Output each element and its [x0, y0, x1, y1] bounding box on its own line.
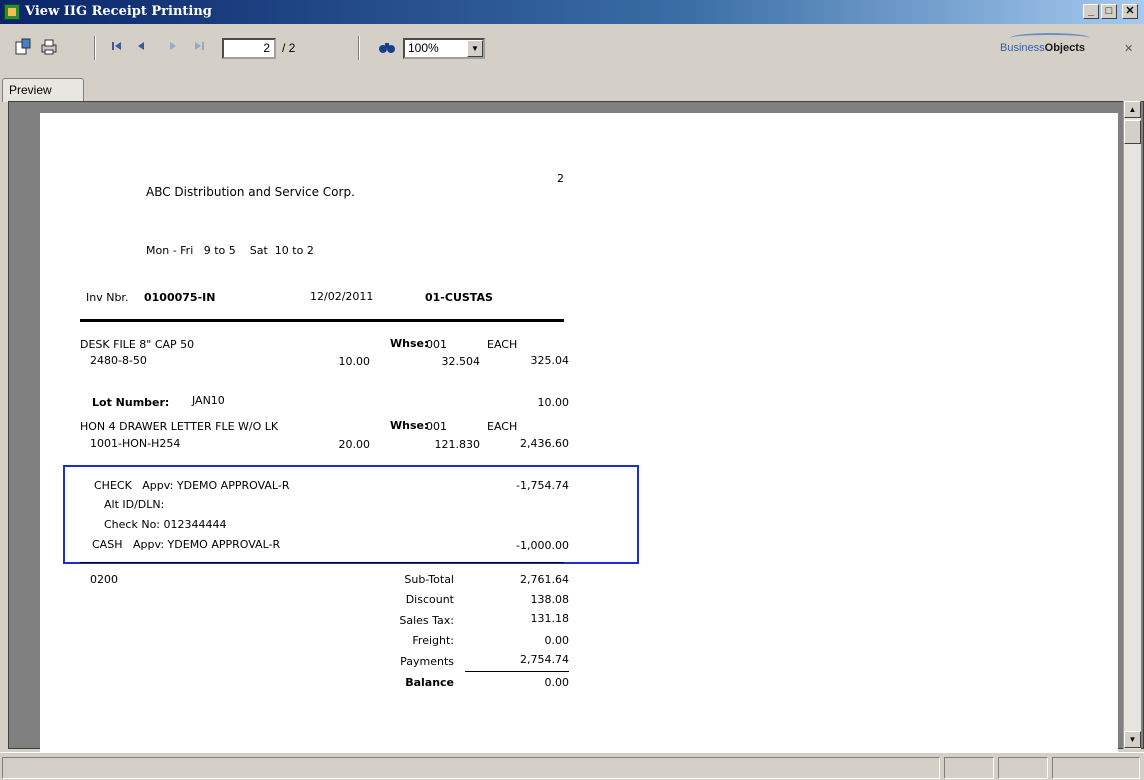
total-label: Sub-Total [404, 573, 454, 586]
report-page [40, 113, 1118, 753]
status-panel [1052, 757, 1140, 779]
total-label: Payments [400, 655, 454, 668]
payment-check-amount: -1,754.74 [516, 479, 569, 492]
close-icon[interactable]: ✕ [1124, 42, 1133, 55]
balance-value: 0.00 [544, 676, 570, 689]
invoice-date: 12/02/2011 [310, 290, 374, 303]
window-title: View IIG Receipt Printing [25, 4, 212, 19]
total-value: 138.08 [530, 593, 570, 606]
check-number: Check No: 012344444 [104, 518, 227, 531]
first-page-icon[interactable] [106, 38, 128, 58]
invoice-label: Inv Nbr. [86, 291, 129, 304]
zoom-select[interactable]: 100% ▼ [403, 38, 485, 59]
payments-divider [80, 562, 564, 563]
company-name: ABC Distribution and Service Corp. [146, 185, 355, 199]
toolbar-separator [358, 36, 360, 60]
footer-code: 0200 [90, 573, 118, 586]
status-panel [998, 757, 1048, 779]
print-icon[interactable] [38, 38, 60, 58]
status-panel [944, 757, 994, 779]
total-label: Freight: [412, 634, 454, 647]
total-value: 131.18 [530, 612, 570, 625]
unit-price: 121.830 [434, 438, 481, 451]
total-value: 2,761.64 [520, 573, 569, 586]
scroll-thumb[interactable] [1124, 120, 1141, 144]
unit-of-measure: EACH [487, 338, 518, 351]
quantity: 10.00 [338, 355, 371, 368]
totals-divider [465, 671, 569, 672]
item-code: 1001-HON-H254 [90, 437, 181, 450]
extension: 325.04 [530, 354, 570, 367]
next-page-icon[interactable] [162, 38, 184, 58]
balance-label: Balance [405, 676, 454, 689]
unit-of-measure: EACH [487, 420, 518, 433]
total-label: Discount [405, 593, 454, 606]
minimize-button[interactable]: _ [1083, 4, 1099, 19]
status-bar [0, 752, 1144, 780]
app-icon [4, 4, 20, 20]
total-label: Sales Tax: [399, 614, 454, 627]
invoice-number: 0100075-IN [144, 291, 216, 304]
line-description: DESK FILE 8" CAP 50 [80, 338, 195, 351]
lot-label: Lot Number: [92, 396, 170, 409]
item-code: 2480-8-50 [90, 354, 147, 367]
export-icon[interactable] [12, 38, 34, 58]
vertical-scrollbar[interactable]: ▲ ▼ [1123, 101, 1141, 749]
whse-label: Whse: [390, 419, 429, 432]
unit-price: 32.504 [441, 355, 481, 368]
report-page-number: 2 [557, 172, 564, 185]
page-total: / 2 [282, 41, 296, 55]
total-value: 2,754.74 [520, 653, 569, 666]
extension: 2,436.60 [520, 437, 569, 450]
toolbar: 2 / 2 100% ▼ BusinessObjects ✕ [0, 24, 1144, 80]
close-button[interactable]: ✕ [1122, 4, 1138, 19]
payment-check-line: CHECK Appv: YDEMO APPROVAL-R [94, 479, 290, 492]
whse-label: Whse: [390, 337, 429, 350]
tab-preview[interactable]: Preview [2, 78, 84, 102]
businessobjects-logo: BusinessObjects [1000, 42, 1085, 54]
zoom-value: 100% [408, 41, 439, 55]
last-page-icon[interactable] [188, 38, 210, 58]
store-hours: Mon - Fri 9 to 5 Sat 10 to 2 [146, 244, 314, 257]
title-bar: View IIG Receipt Printing _ □ ✕ [0, 0, 1144, 24]
customer-number: 01-CUSTAS [425, 291, 493, 304]
maximize-button[interactable]: □ [1101, 4, 1117, 19]
whse-value: 001 [426, 338, 447, 351]
payment-cash-line: CASH Appv: YDEMO APPROVAL-R [92, 538, 281, 551]
chevron-down-icon[interactable]: ▼ [467, 40, 483, 57]
search-binoculars-icon[interactable] [376, 38, 398, 58]
header-divider [80, 319, 564, 322]
lot-value: JAN10 [192, 394, 225, 407]
scroll-up-icon[interactable]: ▲ [1124, 101, 1141, 118]
quantity: 20.00 [338, 438, 371, 451]
total-value: 0.00 [544, 634, 570, 647]
whse-value: 001 [426, 420, 447, 433]
previous-page-icon[interactable] [130, 38, 152, 58]
status-panel [2, 757, 940, 779]
scroll-down-icon[interactable]: ▼ [1124, 731, 1141, 748]
lot-quantity: 10.00 [537, 396, 570, 409]
toolbar-separator [94, 36, 96, 60]
page-number-input[interactable]: 2 [222, 38, 276, 59]
line-description: HON 4 DRAWER LETTER FLE W/O LK [80, 420, 279, 433]
payment-cash-amount: -1,000.00 [516, 539, 569, 552]
alt-id-label: Alt ID/DLN: [104, 498, 165, 511]
